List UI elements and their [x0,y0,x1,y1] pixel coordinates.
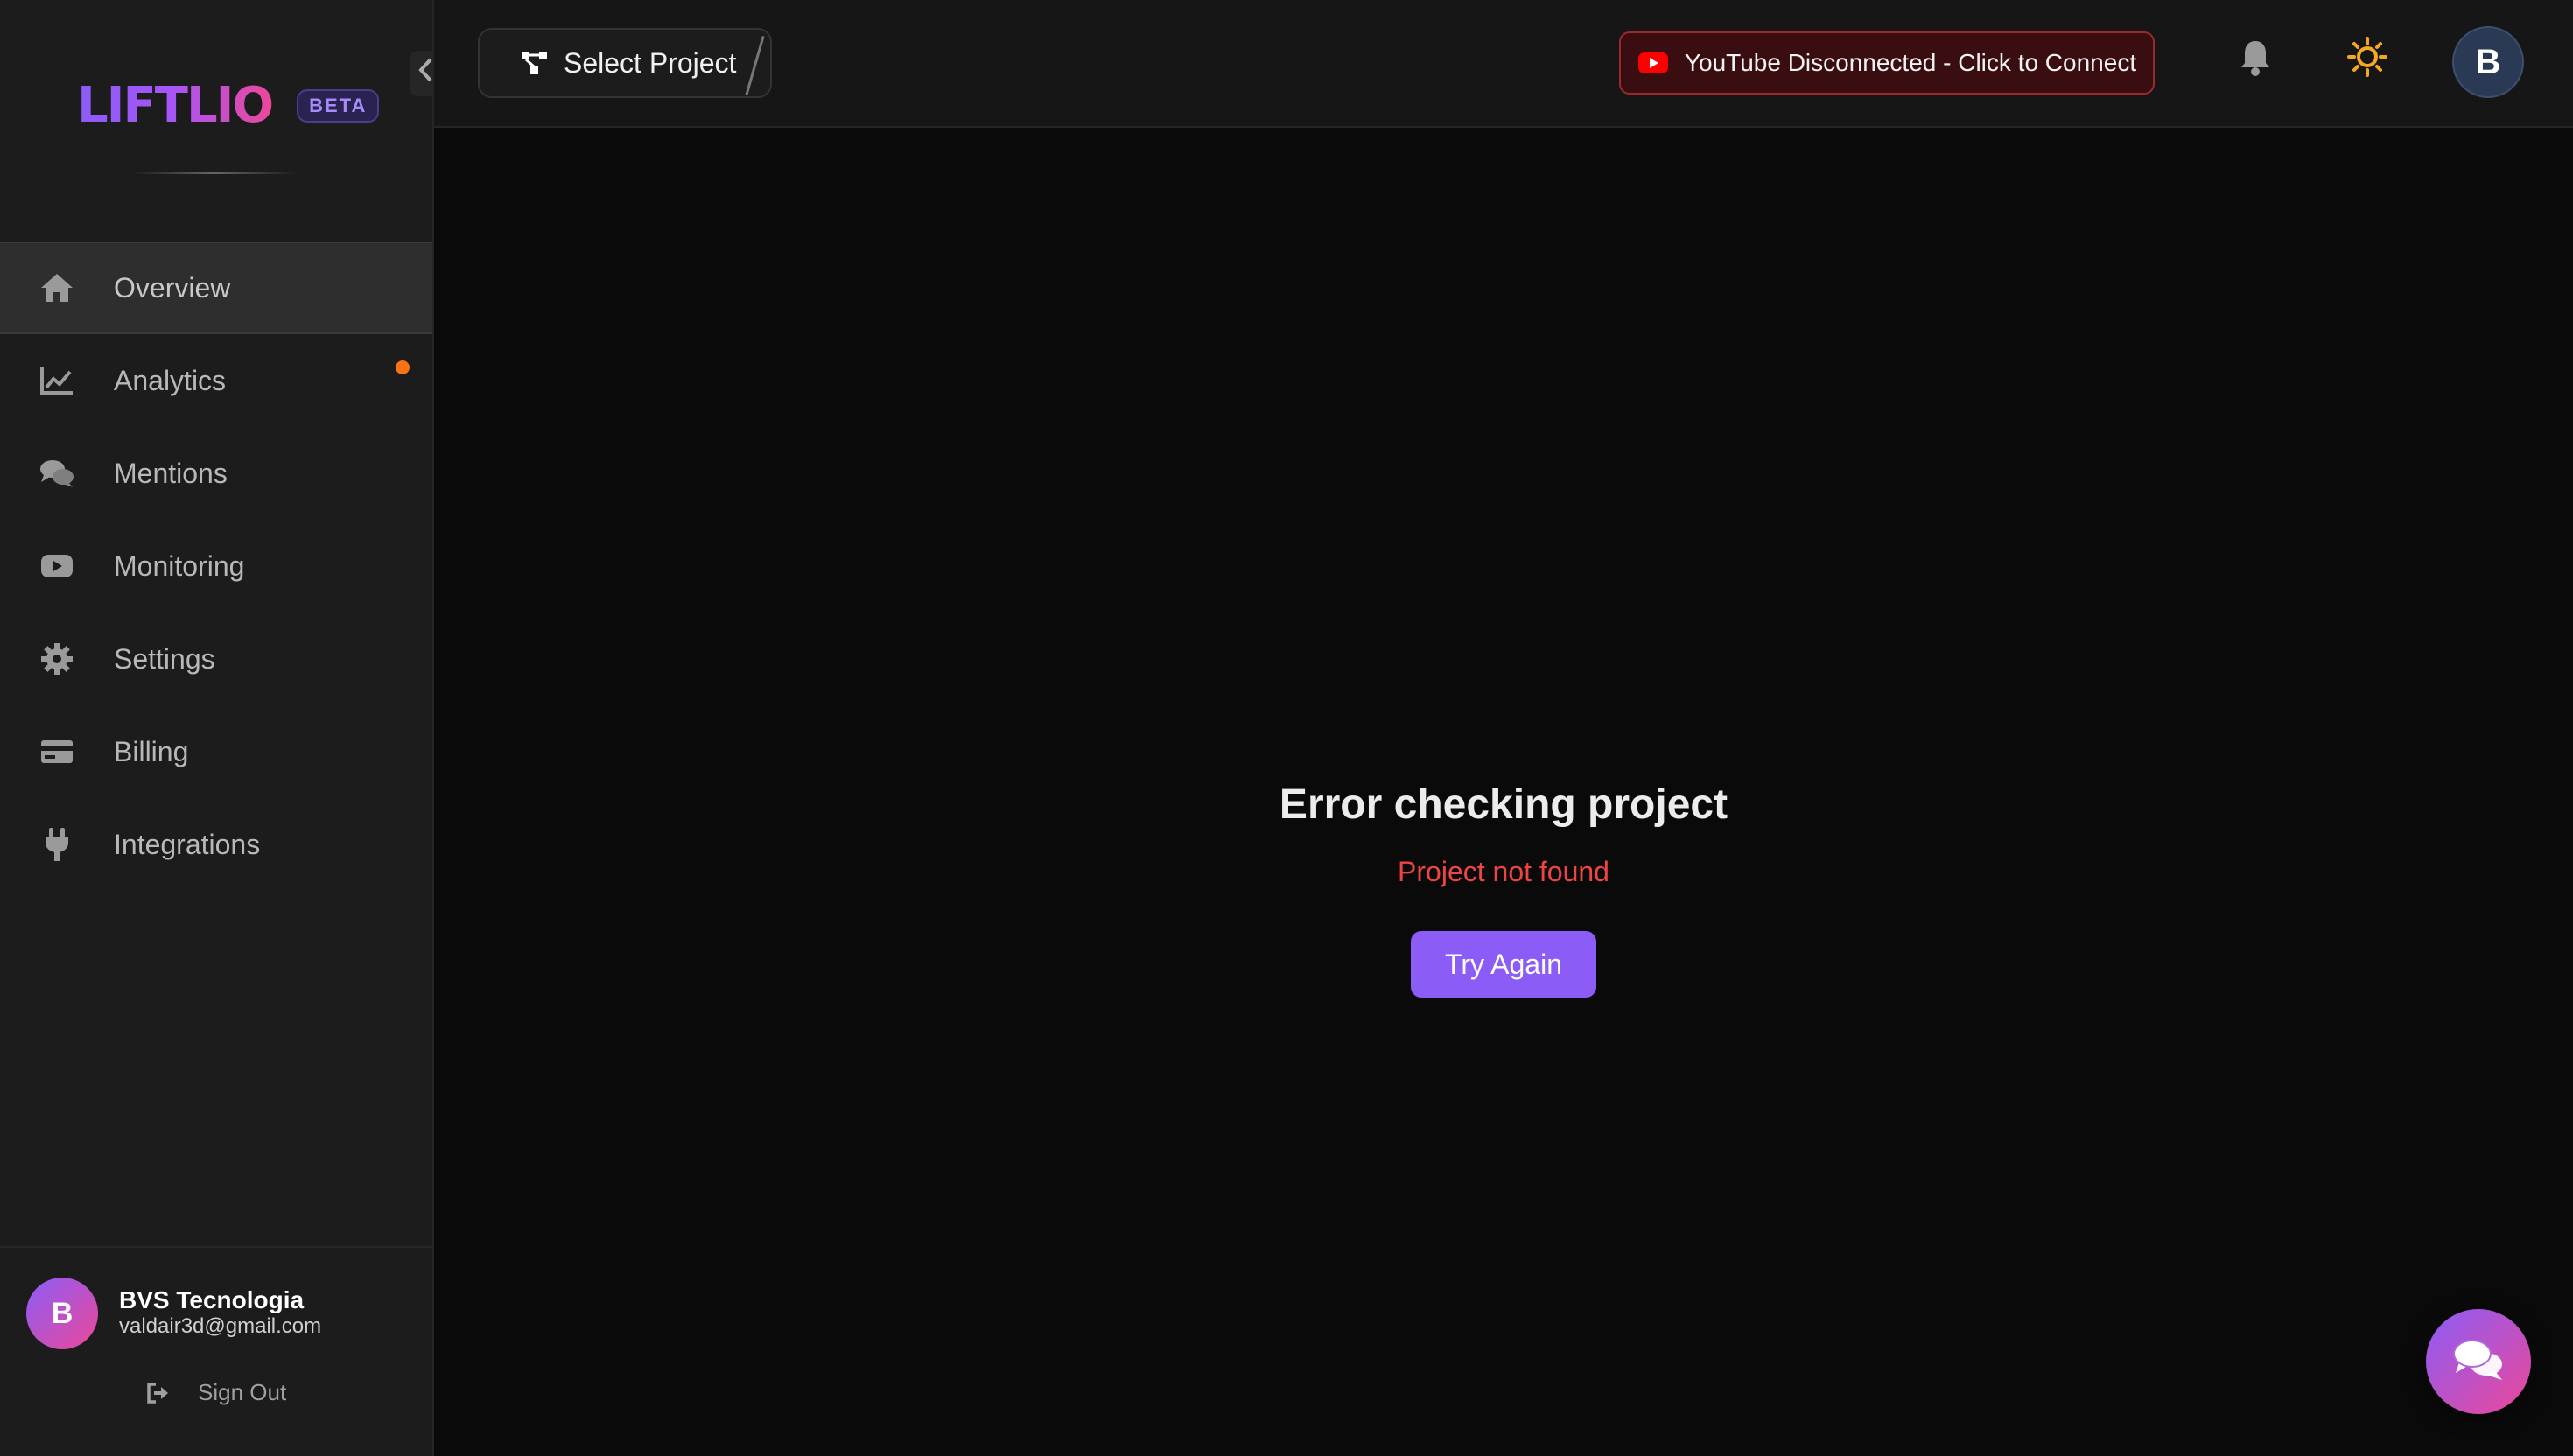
sign-out-button[interactable]: Sign Out [145,1379,286,1406]
sidebar-item-overview[interactable]: Overview [0,242,432,334]
sidebar-item-label: Overview [114,271,231,304]
sign-out-label: Sign Out [198,1379,287,1405]
main-content: Error checking project Project not found… [434,130,2573,1456]
select-project-label: Select Project [564,46,737,79]
youtube-icon [1637,52,1669,74]
theme-toggle-button[interactable] [2347,37,2387,81]
sidebar-item-label: Mentions [114,457,228,489]
home-icon [39,270,75,306]
sidebar: LIFTLIO BETA Overview Analytics Mentions [0,0,434,1456]
notifications-button[interactable] [2239,38,2272,81]
app-logo[interactable]: LIFTLIO [77,77,274,134]
gear-icon [39,640,75,677]
plug-icon [39,826,75,863]
sidebar-item-label: Settings [114,642,215,675]
youtube-status-label: YouTube Disconnected - Click to Connect [1684,49,2137,76]
select-project-button[interactable]: Select Project [478,28,772,98]
credit-card-icon [39,733,75,770]
sidebar-item-label: Monitoring [114,550,245,582]
sign-out-icon [145,1382,172,1404]
chat-bubbles-icon [2451,1336,2506,1388]
sidebar-item-label: Analytics [114,364,227,396]
sidebar-item-label: Integrations [114,828,261,860]
chart-line-icon [39,362,75,399]
chevron-left-icon [417,57,435,90]
sidebar-item-mentions[interactable]: Mentions [0,427,432,520]
logo-block: LIFTLIO BETA [77,77,380,134]
top-header: Select Project YouTube Disconnected - Cl… [434,0,2573,128]
bell-icon [2239,38,2272,81]
try-again-button[interactable]: Try Again [1411,931,1596,998]
comments-icon [39,455,75,492]
sun-icon [2347,37,2387,81]
beta-badge: BETA [297,88,380,122]
sidebar-item-monitoring[interactable]: Monitoring [0,520,432,612]
sidebar-item-label: Billing [114,735,189,767]
sidebar-item-integrations[interactable]: Integrations [0,798,432,891]
youtube-connect-button[interactable]: YouTube Disconnected - Click to Connect [1619,32,2155,94]
sidebar-item-billing[interactable]: Billing [0,705,432,798]
logo-divider [131,172,298,174]
error-title: Error checking project [1279,781,1728,828]
user-profile: B BVS Tecnologia valdair3d@gmail.com Sig… [0,1246,432,1456]
sidebar-item-settings[interactable]: Settings [0,612,432,705]
user-email: valdair3d@gmail.com [119,1314,322,1338]
notification-dot [396,360,410,374]
select-project-divider [745,35,765,96]
sidebar-nav: Overview Analytics Mentions Monitoring S… [0,242,432,891]
user-name: BVS Tecnologia [119,1286,305,1313]
avatar[interactable]: B [26,1278,98,1349]
chat-button[interactable] [2426,1309,2531,1414]
header-avatar[interactable]: B [2452,26,2524,98]
error-message: Project not found [1398,856,1609,887]
project-tree-icon [520,50,550,76]
sidebar-item-analytics[interactable]: Analytics [0,334,432,427]
youtube-icon [39,548,75,584]
